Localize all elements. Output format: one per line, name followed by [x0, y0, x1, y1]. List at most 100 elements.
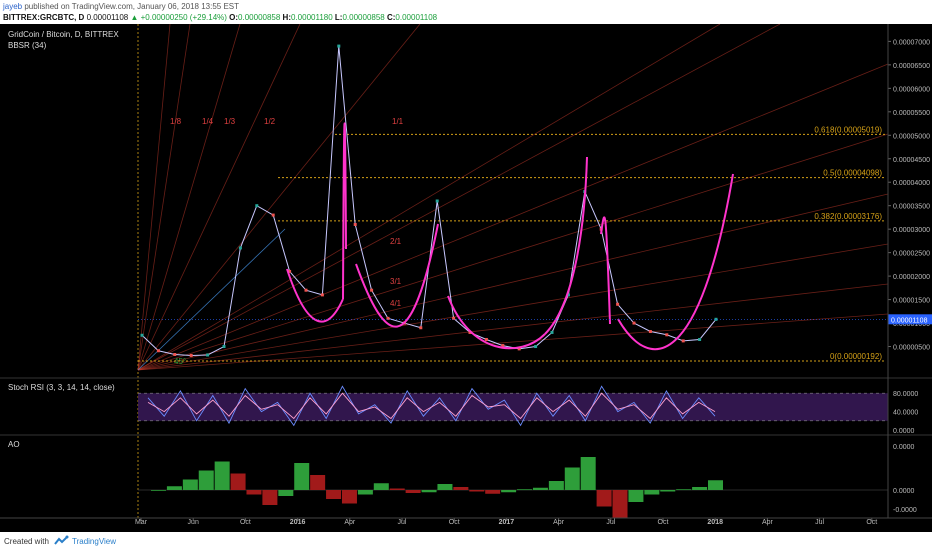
up-arrow-icon: ▲	[130, 13, 139, 22]
ao-bar	[644, 490, 660, 495]
price-candle	[419, 326, 423, 330]
ao-bar	[294, 463, 310, 490]
gann-fan-line	[137, 23, 721, 371]
price-tick-label: 0.00006000	[893, 86, 930, 93]
price-candle	[255, 204, 259, 208]
ao-pane[interactable]: AO 0.0000 0.0000 -0.0000	[8, 440, 917, 519]
price-candle	[616, 302, 620, 306]
ao-bar	[532, 487, 548, 490]
ao-bar	[517, 489, 533, 491]
tradingview-brand[interactable]: TradingView	[72, 537, 116, 546]
publish-info: jayeb published on TradingView.com, Janu…	[3, 0, 932, 12]
gann-fan-line	[137, 23, 191, 371]
fit-curve	[544, 156, 588, 335]
gann-fan-line	[137, 243, 889, 371]
price-candle	[370, 288, 374, 292]
price-candle	[534, 345, 538, 349]
price-candle	[698, 337, 702, 341]
ao-bar	[485, 490, 501, 494]
chart-canvas[interactable]: 1/8 1/4 1/3 1/2 1/1 2/1 3/1 4/1 45° 0.618(0.00005…	[0, 16, 932, 532]
price-candle	[238, 246, 242, 250]
tradingview-logo-icon	[54, 535, 69, 545]
author-link[interactable]: jayeb	[3, 2, 22, 11]
time-tick-label: Jun	[188, 519, 199, 526]
time-tick-label: Oct	[658, 519, 669, 526]
created-with-label: Created with	[4, 537, 49, 546]
price-candle	[353, 222, 357, 226]
price-tick-label: 0.00002500	[893, 251, 930, 258]
ao-bar	[389, 488, 405, 490]
ao-bar	[182, 479, 198, 490]
gann-label: 45°	[174, 357, 186, 366]
indicator-title: BBSR (34)	[8, 41, 47, 50]
time-tick-label: Oct	[240, 519, 251, 526]
chart-area[interactable]: 1/8 1/4 1/3 1/2 1/1 2/1 3/1 4/1 45° 0.618(0.00005…	[0, 16, 932, 532]
ao-bar	[580, 457, 596, 490]
fib-level-label: 0.382(0.00003176)	[814, 212, 882, 221]
gann-label: 3/1	[390, 277, 402, 286]
chart-footer: Created with TradingView	[0, 532, 932, 550]
open-value: 0.00000858	[238, 13, 281, 22]
price-tick-label: 0.00003500	[893, 204, 930, 211]
price-candle	[648, 330, 652, 334]
price-candle	[550, 330, 554, 334]
change-value: +0.00000250 (+29.14%)	[140, 13, 227, 22]
price-tick-label: 0.00005000	[893, 133, 930, 140]
gann-label: 1/4	[202, 117, 214, 126]
price-tick-label: 0.00001500	[893, 298, 930, 305]
time-tick-label: Oct	[449, 519, 460, 526]
price-tick-label: 0.00002000	[893, 274, 930, 281]
price-line	[141, 46, 717, 356]
rsi-tick-label: 80.0000	[893, 391, 918, 398]
price-candle	[320, 293, 324, 297]
ao-bar	[453, 487, 469, 490]
ao-tick-label: 0.0000	[893, 488, 915, 495]
ao-bar	[612, 490, 628, 519]
chart-header: jayeb published on TradingView.com, Janu…	[0, 0, 932, 24]
gann-fan-line	[137, 193, 889, 371]
price-pane[interactable]: 1/8 1/4 1/3 1/2 1/1 2/1 3/1 4/1 45° 0.618(0.00005…	[8, 16, 932, 518]
high-value: 0.00001180	[291, 13, 333, 22]
price-candle	[665, 333, 669, 337]
ao-bar	[676, 489, 692, 491]
time-tick-label: 2018	[707, 519, 723, 526]
gann-label: 1/3	[224, 117, 236, 126]
gann-fan-line	[137, 23, 301, 371]
fit-curve	[342, 122, 347, 300]
gann-label: 1/8	[170, 117, 182, 126]
price-candle	[337, 44, 341, 48]
ao-bar	[692, 487, 708, 490]
time-tick-label: Oct	[866, 519, 877, 526]
gann-fan-line	[137, 313, 889, 371]
symbol-title: GridCoin / Bitcoin, D, BITTREX	[8, 30, 119, 39]
ao-bar	[341, 490, 357, 504]
time-tick-label: Jul	[815, 519, 824, 526]
time-tick-label: Apr	[553, 519, 565, 526]
time-tick-label: Jul	[398, 519, 407, 526]
ao-bar	[596, 490, 612, 507]
open-label: O:	[229, 13, 239, 22]
stoch-rsi-pane[interactable]: Stoch RSI (3, 3, 14, 14, close) 80.0000 40…	[8, 383, 918, 435]
time-tick-label: Mar	[135, 519, 148, 526]
time-tick-label: 2016	[290, 519, 306, 526]
fib-level-label: 0.618(0.00005019)	[814, 125, 882, 134]
ao-bar	[421, 490, 437, 493]
gann-label: 4/1	[390, 299, 402, 308]
price-tick-label: 0.00003000	[893, 227, 930, 234]
gann-fan-line	[137, 23, 171, 371]
price-tick-label: 0.00007000	[893, 39, 930, 46]
ao-bar	[246, 490, 262, 495]
time-axis[interactable]: Mar Jun Oct 2016 Apr Jul Oct 2017 Apr Jul Oct 2018 A…	[135, 518, 877, 526]
close-value: 0.00001108	[395, 13, 438, 22]
ao-bar	[278, 490, 294, 496]
ao-tick-label: -0.0000	[893, 507, 917, 514]
price-candle	[222, 345, 226, 349]
fib-level-label: 0(0.00000192)	[830, 352, 882, 361]
time-tick-label: 2017	[499, 519, 515, 526]
price-tick-label: 0.00004500	[893, 157, 930, 164]
ao-bar	[214, 461, 230, 490]
fib-level-label: 0.5(0.00004098)	[823, 169, 882, 178]
price-candle	[435, 199, 439, 203]
ao-bar	[548, 481, 564, 490]
ao-bar	[660, 490, 676, 492]
